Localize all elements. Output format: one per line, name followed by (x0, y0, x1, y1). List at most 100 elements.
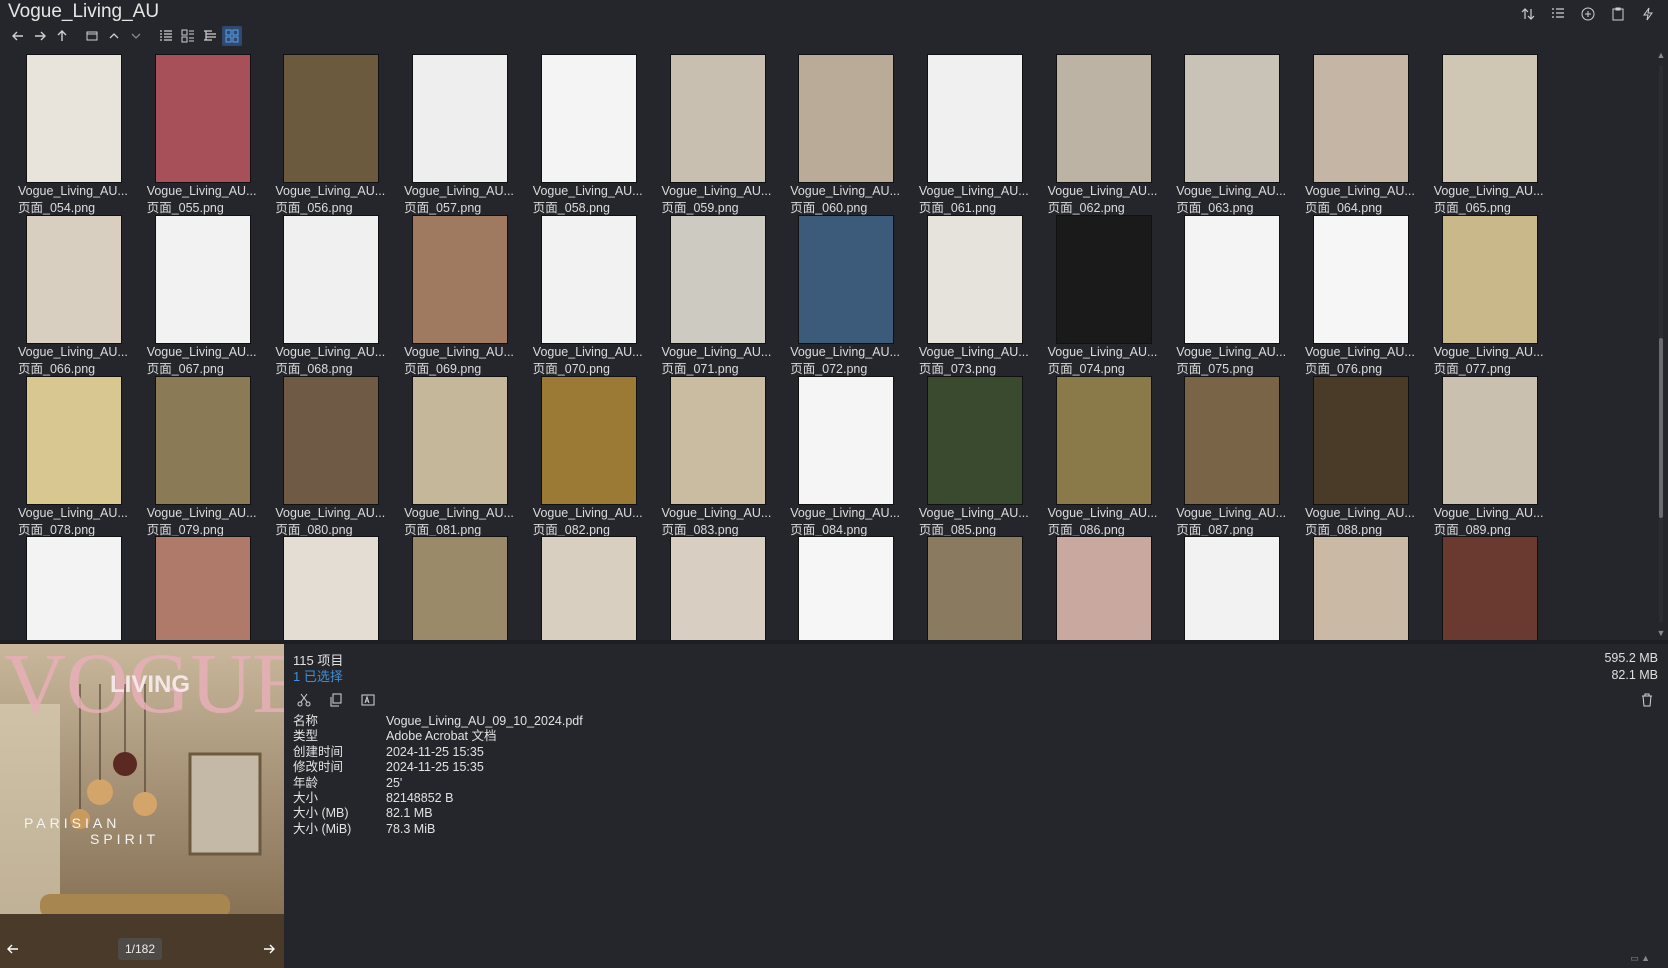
scroll-down-icon[interactable]: ▼ (1655, 628, 1667, 638)
view-details-button[interactable] (156, 26, 176, 46)
file-thumbnail-item[interactable]: Vogue_Living_AU... 页面_073.png (913, 209, 1043, 377)
scrollbar-thumb[interactable] (1659, 338, 1663, 518)
file-thumbnail-item[interactable]: Vogue_Living_AU... 页面_062.png (1042, 48, 1172, 216)
file-thumbnail-item[interactable]: Vogue_Living_AU... 页面_072.png (784, 209, 914, 377)
file-thumbnail-item[interactable]: Vogue_Living_AU... 页面_081.png (398, 370, 528, 538)
title-bar: Vogue_Living_AU (0, 0, 1668, 48)
file-thumbnail-item[interactable]: Vogue_Living_AU... 页面_058.png (527, 48, 657, 216)
file-thumbnail-item[interactable]: Vogue_Living_AU... 页面_077.png (1428, 209, 1558, 377)
page-thumbnail-image (1314, 537, 1408, 640)
delete-button[interactable] (1636, 689, 1658, 711)
file-thumbnail-item[interactable] (656, 530, 786, 640)
forward-button[interactable] (30, 26, 50, 46)
folder-button[interactable] (82, 26, 102, 46)
file-thumbnail-item[interactable] (12, 530, 142, 640)
plus-circle-icon (1581, 7, 1595, 21)
file-name: Vogue_Living_AU... (1433, 344, 1544, 359)
file-thumbnail-item[interactable]: Vogue_Living_AU... 页面_084.png (784, 370, 914, 538)
file-thumbnail-item[interactable]: Vogue_Living_AU... 页面_082.png (527, 370, 657, 538)
pin-button[interactable] (1638, 4, 1658, 24)
file-thumbnail-item[interactable]: Vogue_Living_AU... 页面_068.png (269, 209, 399, 377)
page-thumbnail-image (927, 376, 1022, 504)
file-thumbnail-item[interactable]: Vogue_Living_AU... 页面_088.png (1299, 370, 1429, 538)
file-thumbnail-item[interactable]: Vogue_Living_AU... 页面_079.png (141, 370, 271, 538)
file-thumbnail-item[interactable] (784, 530, 914, 640)
file-thumbnail-item[interactable]: Vogue_Living_AU... 页面_080.png (269, 370, 399, 538)
file-thumbnail-item[interactable]: Vogue_Living_AU... 页面_085.png (913, 370, 1043, 538)
page-thumbnail-image (541, 215, 636, 343)
file-name: Vogue_Living_AU... (1305, 184, 1415, 198)
file-thumbnail-item[interactable] (1170, 530, 1300, 640)
file-thumbnail-item[interactable] (141, 530, 271, 640)
copy-button[interactable] (325, 689, 347, 711)
page-thumbnail-image (284, 215, 379, 343)
file-thumbnail-item[interactable]: Vogue_Living_AU... 页面_071.png (656, 209, 786, 377)
file-thumbnail-item[interactable]: Vogue_Living_AU... 页面_087.png (1170, 370, 1300, 538)
file-name: Vogue_Living_AU... (661, 505, 772, 520)
page-thumbnail-image (1442, 376, 1537, 504)
file-thumbnail-item[interactable]: Vogue_Living_AU... 页面_054.png (12, 48, 142, 216)
file-thumbnail-item[interactable] (269, 530, 399, 640)
preview-next-button[interactable] (258, 938, 280, 960)
sort-button[interactable] (1518, 4, 1538, 24)
file-thumbnail-item[interactable] (1042, 530, 1172, 640)
details-view-icon (160, 30, 172, 41)
chevron-down-button[interactable] (126, 26, 146, 46)
page-thumbnail-image (155, 55, 250, 182)
file-thumbnail-item[interactable]: Vogue_Living_AU... 页面_078.png (12, 370, 142, 538)
file-thumbnail-item[interactable]: Vogue_Living_AU... 页面_064.png (1299, 48, 1429, 216)
back-button[interactable] (8, 26, 28, 46)
page-thumbnail-image (1185, 215, 1280, 343)
page-thumbnail-image (1185, 55, 1280, 182)
file-thumbnail-item[interactable]: Vogue_Living_AU... 页面_067.png (141, 209, 271, 377)
clipboard-button[interactable] (1608, 4, 1628, 24)
file-thumbnail-item[interactable] (398, 530, 528, 640)
preview-prev-button[interactable] (2, 938, 24, 960)
view-tree-button[interactable] (200, 26, 220, 46)
file-thumbnail-item[interactable]: Vogue_Living_AU... 页面_063.png (1170, 48, 1300, 216)
file-thumbnail-item[interactable]: Vogue_Living_AU... 页面_065.png (1428, 48, 1558, 216)
file-thumbnail-item[interactable] (913, 530, 1043, 640)
file-thumbnail-item[interactable]: Vogue_Living_AU... 页面_057.png (398, 48, 528, 216)
property-value: Adobe Acrobat 文档 (386, 729, 497, 744)
file-thumbnail-item[interactable] (1428, 530, 1558, 640)
page-thumbnail-image (927, 215, 1022, 343)
file-thumbnail-item[interactable]: Vogue_Living_AU... 页面_060.png (784, 48, 914, 216)
add-button[interactable] (1578, 4, 1598, 24)
page-thumbnail-image (670, 215, 765, 343)
up-button[interactable] (52, 26, 72, 46)
property-key: 年龄 (293, 775, 319, 790)
file-thumbnail-item[interactable] (527, 530, 657, 640)
rename-button[interactable] (357, 689, 379, 711)
file-thumbnail-item[interactable]: Vogue_Living_AU... 页面_055.png (141, 48, 271, 216)
chevron-up-button[interactable] (104, 26, 124, 46)
file-thumbnail-item[interactable]: Vogue_Living_AU... 页面_075.png (1170, 209, 1300, 377)
cover-preview-image: VOGUE LIVING PARISIAN SPIRIT (0, 644, 284, 968)
page-thumbnail-image (799, 215, 894, 343)
view-tiles-button[interactable] (178, 26, 198, 46)
property-row: 名称 Vogue_Living_AU_09_10_2024.pdf (293, 714, 583, 729)
file-thumbnail-item[interactable] (1299, 530, 1429, 640)
property-key: 大小 (293, 791, 319, 806)
file-thumbnail-item[interactable]: Vogue_Living_AU... 页面_059.png (656, 48, 786, 216)
file-thumbnail-item[interactable]: Vogue_Living_AU... 页面_061.png (913, 48, 1043, 216)
cover-line-2: SPIRIT (90, 831, 159, 847)
file-thumbnail-item[interactable]: Vogue_Living_AU... 页面_056.png (269, 48, 399, 216)
file-thumbnail-item[interactable]: Vogue_Living_AU... 页面_066.png (12, 209, 142, 377)
page-thumbnail-image (413, 215, 508, 343)
file-thumbnail-item[interactable]: Vogue_Living_AU... 页面_070.png (527, 209, 657, 377)
view-thumbnails-button[interactable] (222, 26, 242, 46)
property-key: 名称 (293, 714, 319, 728)
list-button[interactable] (1548, 4, 1568, 24)
file-thumbnail-item[interactable]: Vogue_Living_AU... 页面_083.png (656, 370, 786, 538)
cut-button[interactable] (293, 689, 315, 711)
file-thumbnail-item[interactable]: Vogue_Living_AU... 页面_074.png (1042, 209, 1172, 377)
vertical-scrollbar[interactable]: ▲ ▼ (1654, 48, 1668, 640)
selected-count[interactable]: 1 已选择 (293, 666, 343, 685)
file-thumbnail-item[interactable]: Vogue_Living_AU... 页面_089.png (1428, 370, 1558, 538)
file-thumbnail-item[interactable]: Vogue_Living_AU... 页面_069.png (398, 209, 528, 377)
file-thumbnail-item[interactable]: Vogue_Living_AU... 页面_076.png (1299, 209, 1429, 377)
page-thumbnail-image (27, 215, 121, 343)
scroll-up-icon[interactable]: ▲ (1655, 50, 1667, 60)
file-thumbnail-item[interactable]: Vogue_Living_AU... 页面_086.png (1042, 370, 1172, 538)
